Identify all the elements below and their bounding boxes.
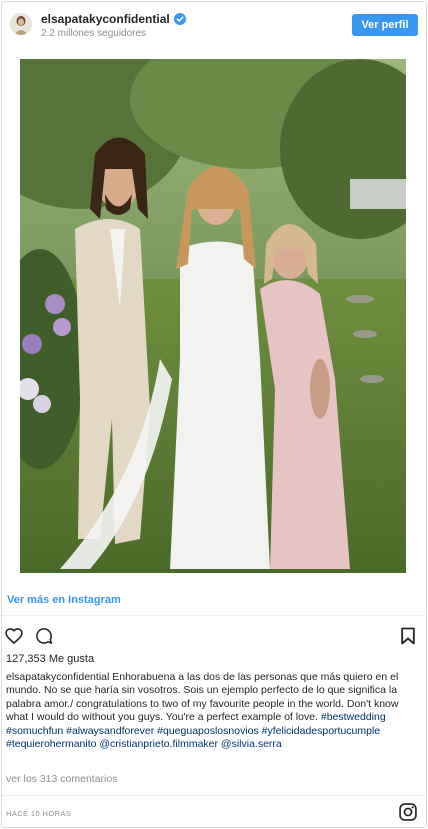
view-more-bar: Ver más en Instagram: [2, 584, 426, 616]
bookmark-icon[interactable]: [398, 626, 418, 646]
avatar[interactable]: [10, 13, 32, 35]
post-header: elsapatakyconfidential 2.2 millones segu…: [2, 2, 426, 50]
post-timestamp: HACE 10 HORAS: [6, 809, 72, 818]
caption-author[interactable]: elsapatakyconfidential: [6, 671, 109, 683]
view-comments-link[interactable]: ver los 313 comentarios: [6, 773, 117, 785]
view-profile-button[interactable]: Ver perfil: [352, 14, 418, 36]
action-bar: [2, 622, 426, 648]
instagram-icon[interactable]: [398, 802, 418, 822]
username-row[interactable]: elsapatakyconfidential: [41, 12, 186, 26]
instagram-embed-card: elsapatakyconfidential 2.2 millones segu…: [1, 1, 427, 828]
post-photo[interactable]: [20, 59, 406, 573]
view-more-on-instagram-link[interactable]: Ver más en Instagram: [7, 594, 121, 606]
heart-icon[interactable]: [4, 626, 24, 646]
wedding-photo-image: [20, 59, 406, 573]
avatar-image: [10, 13, 32, 35]
comment-icon[interactable]: [34, 626, 54, 646]
post-caption: elsapatakyconfidential Enhorabuena a las…: [6, 671, 418, 751]
follower-count: 2.2 millones seguidores: [41, 28, 147, 39]
verified-badge-icon: [173, 13, 186, 25]
username[interactable]: elsapatakyconfidential: [41, 12, 170, 26]
like-count[interactable]: 127,353 Me gusta: [6, 653, 94, 665]
post-footer: HACE 10 HORAS: [2, 795, 426, 827]
